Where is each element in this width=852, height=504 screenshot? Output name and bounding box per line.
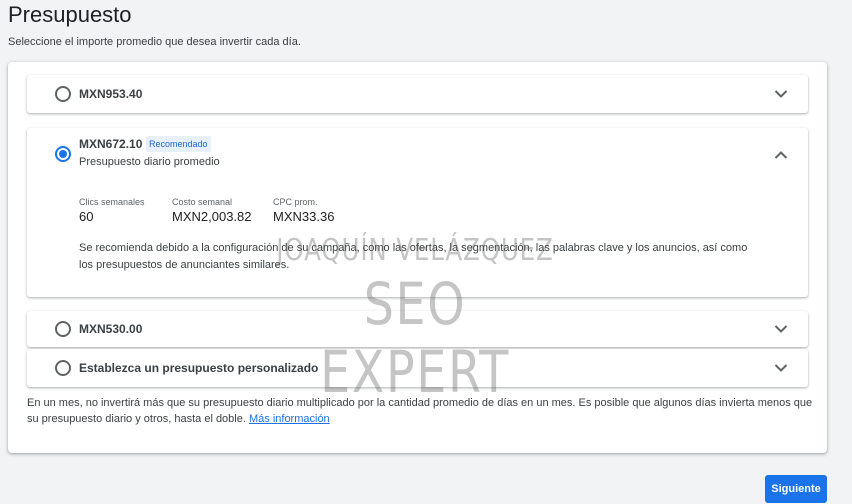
option-amount: MXN953.40	[79, 87, 143, 101]
radio-button-selected[interactable]	[55, 146, 71, 162]
chevron-up-icon[interactable]	[774, 150, 788, 160]
metric-value-weekly-cost: MXN2,003.82	[172, 209, 252, 224]
option-sublabel: Presupuesto diario promedio	[79, 156, 220, 168]
metric-label-weekly-cost: Costo semanal	[172, 197, 233, 207]
recommended-badge: Recomendado	[146, 136, 211, 152]
metric-label-avg-cpc: CPC prom.	[273, 197, 318, 207]
budget-card: MXN953.40 MXN672.10 Recomendado Presupue…	[8, 62, 827, 453]
budget-option-custom[interactable]: Establezca un presupuesto personalizado	[27, 349, 808, 387]
radio-button[interactable]	[55, 360, 71, 376]
page-subtitle: Seleccione el importe promedio que desea…	[8, 36, 301, 48]
option-amount: MXN530.00	[79, 322, 143, 336]
chevron-down-icon[interactable]	[774, 89, 788, 99]
next-button[interactable]: Siguiente	[765, 475, 827, 503]
more-info-link[interactable]: Más información	[249, 413, 330, 425]
budget-option-953[interactable]: MXN953.40	[27, 75, 808, 113]
radio-button[interactable]	[55, 321, 71, 337]
metric-value-weekly-clicks: 60	[79, 209, 94, 224]
option-amount: MXN672.10	[79, 137, 143, 151]
metric-label-weekly-clicks: Clics semanales	[79, 197, 145, 207]
footer-note: En un mes, no invertirá más que su presu…	[27, 395, 817, 427]
metric-value-avg-cpc: MXN33.36	[273, 209, 335, 224]
budget-option-672[interactable]: MXN672.10 Recomendado Presupuesto diario…	[27, 128, 808, 297]
radio-button[interactable]	[55, 86, 71, 102]
option-custom-label: Establezca un presupuesto personalizado	[79, 361, 319, 375]
page-title: Presupuesto	[8, 2, 132, 27]
recommendation-description: Se recomienda debido a la configuración …	[79, 242, 748, 271]
chevron-down-icon[interactable]	[774, 363, 788, 373]
footer-note-text: En un mes, no invertirá más que su presu…	[27, 397, 813, 425]
budget-option-530[interactable]: MXN530.00	[27, 311, 808, 347]
chevron-down-icon[interactable]	[774, 324, 788, 334]
